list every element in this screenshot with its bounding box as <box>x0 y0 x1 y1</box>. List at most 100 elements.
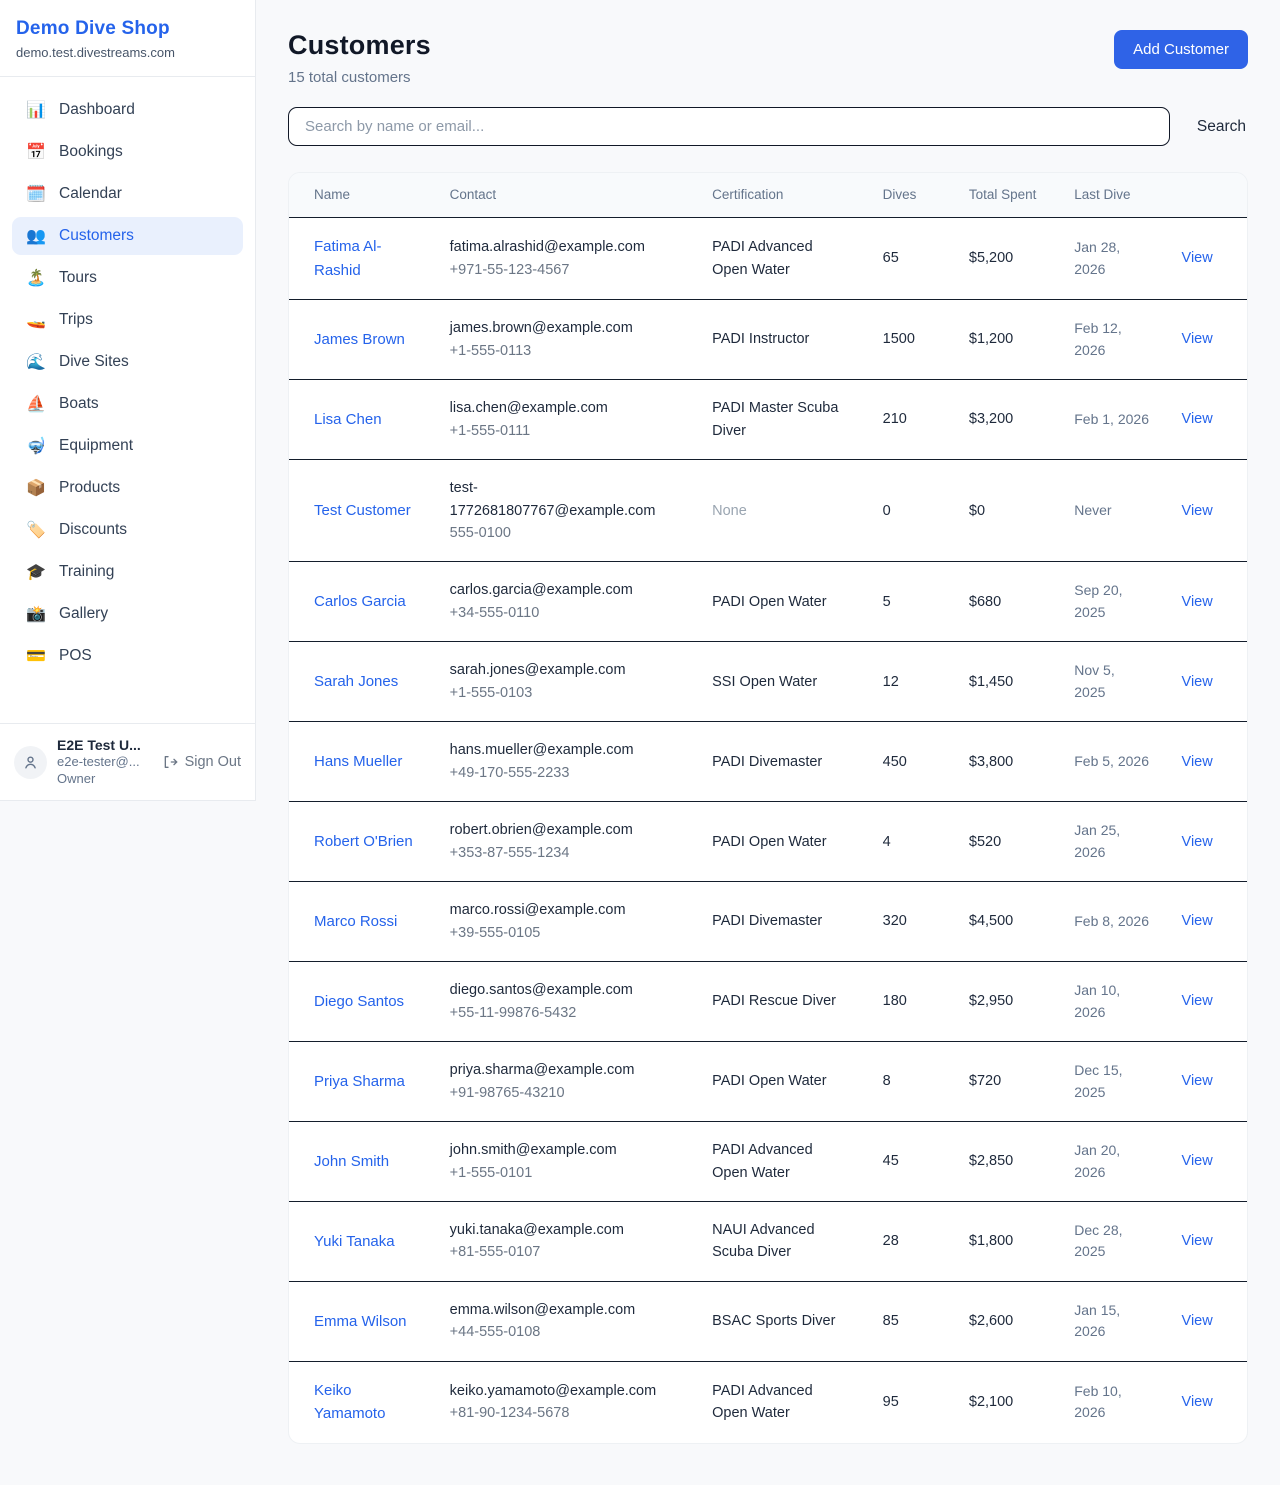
customer-phone: +39-555-0105 <box>450 922 680 944</box>
sidebar-item-bookings[interactable]: 📅Bookings <box>12 133 243 171</box>
customer-name-link[interactable]: Robert O'Brien <box>314 833 413 850</box>
last-dive: Nov 5, 2025 <box>1058 642 1165 722</box>
last-dive: Feb 5, 2026 <box>1058 722 1165 802</box>
customer-name-link[interactable]: James Brown <box>314 331 405 348</box>
customer-name-link[interactable]: Fatima Al-Rashid <box>314 238 382 278</box>
sidebar-item-calendar[interactable]: 🗓️Calendar <box>12 175 243 213</box>
customer-name-link[interactable]: John Smith <box>314 1153 389 1170</box>
view-link[interactable]: View <box>1182 674 1213 690</box>
sign-out-label: Sign Out <box>185 754 241 770</box>
customer-phone: +81-90-1234-5678 <box>450 1402 680 1424</box>
sidebar-item-equipment[interactable]: 🤿Equipment <box>12 427 243 465</box>
customer-name-link[interactable]: Priya Sharma <box>314 1073 405 1090</box>
view-link[interactable]: View <box>1182 503 1213 519</box>
customer-name-link[interactable]: Keiko Yamamoto <box>314 1382 385 1422</box>
last-dive: Feb 10, 2026 <box>1058 1361 1165 1442</box>
dives-count: 5 <box>867 562 953 642</box>
sidebar-item-label: Discounts <box>59 521 127 539</box>
sidebar-item-label: Gallery <box>59 605 108 623</box>
customer-phone: +49-170-555-2233 <box>450 762 680 784</box>
customer-email: marco.rossi@example.com <box>450 899 680 921</box>
customer-email: sarah.jones@example.com <box>450 659 680 681</box>
view-link[interactable]: View <box>1182 1394 1213 1410</box>
search-button[interactable]: Search <box>1195 118 1248 136</box>
total-spent: $680 <box>953 562 1058 642</box>
view-link[interactable]: View <box>1182 1233 1213 1249</box>
user-icon <box>22 754 39 771</box>
customer-name-link[interactable]: Yuki Tanaka <box>314 1233 395 1250</box>
sidebar-item-dashboard[interactable]: 📊Dashboard <box>12 91 243 129</box>
view-link[interactable]: View <box>1182 834 1213 850</box>
total-spent: $720 <box>953 1042 1058 1122</box>
total-spent: $3,200 <box>953 380 1058 460</box>
customer-email: lisa.chen@example.com <box>450 397 680 419</box>
customer-name-link[interactable]: Carlos Garcia <box>314 593 406 610</box>
customer-name-link[interactable]: Hans Mueller <box>314 753 402 770</box>
sidebar-item-tours[interactable]: 🏝️Tours <box>12 259 243 297</box>
sidebar-item-products[interactable]: 📦Products <box>12 469 243 507</box>
table-row: Keiko Yamamotokeiko.yamamoto@example.com… <box>289 1361 1247 1442</box>
discounts-icon: 🏷️ <box>26 520 46 540</box>
last-dive: Never <box>1058 460 1165 562</box>
customer-email: diego.santos@example.com <box>450 979 680 1001</box>
customer-phone: 555-0100 <box>450 522 680 544</box>
sidebar-item-pos[interactable]: 💳POS <box>12 637 243 675</box>
customer-name-link[interactable]: Diego Santos <box>314 993 404 1010</box>
certification: PADI Divemaster <box>712 913 822 929</box>
column-header: Total Spent <box>953 173 1058 218</box>
add-customer-button[interactable]: Add Customer <box>1114 30 1248 69</box>
sidebar-item-trips[interactable]: 🚤Trips <box>12 301 243 339</box>
sidebar-item-dive-sites[interactable]: 🌊Dive Sites <box>12 343 243 381</box>
shop-domain: demo.test.divestreams.com <box>16 45 239 60</box>
sidebar-item-discounts[interactable]: 🏷️ Discounts <box>12 511 243 549</box>
dive-sites-icon: 🌊 <box>26 352 46 372</box>
customer-name-link[interactable]: Test Customer <box>314 502 411 519</box>
customer-name-link[interactable]: Sarah Jones <box>314 673 398 690</box>
dives-count: 45 <box>867 1122 953 1202</box>
view-link[interactable]: View <box>1182 993 1213 1009</box>
view-link[interactable]: View <box>1182 754 1213 770</box>
customer-name-link[interactable]: Lisa Chen <box>314 411 382 428</box>
view-link[interactable]: View <box>1182 1073 1213 1089</box>
sidebar-item-boats[interactable]: ⛵Boats <box>12 385 243 423</box>
view-link[interactable]: View <box>1182 411 1213 427</box>
total-spent: $520 <box>953 802 1058 882</box>
dives-count: 65 <box>867 218 953 300</box>
customer-email: yuki.tanaka@example.com <box>450 1219 680 1241</box>
customer-name-link[interactable]: Marco Rossi <box>314 913 397 930</box>
customers-icon: 👥 <box>26 226 46 246</box>
column-header: Name <box>289 173 434 218</box>
table-row: Fatima Al-Rashidfatima.alrashid@example.… <box>289 218 1247 300</box>
page-header: Customers 15 total customers Add Custome… <box>288 30 1248 86</box>
customer-name-link[interactable]: Emma Wilson <box>314 1313 407 1330</box>
customer-email: robert.obrien@example.com <box>450 819 680 841</box>
dashboard-icon: 📊 <box>26 100 46 120</box>
column-header: Last Dive <box>1058 173 1165 218</box>
sidebar-item-training[interactable]: 🎓Training <box>12 553 243 591</box>
view-link[interactable]: View <box>1182 913 1213 929</box>
sign-out-button[interactable]: Sign Out <box>162 754 241 770</box>
main-content: Customers 15 total customers Add Custome… <box>256 0 1280 1476</box>
sidebar-item-label: POS <box>59 647 92 665</box>
sidebar-item-gallery[interactable]: 📸Gallery <box>12 595 243 633</box>
search-input[interactable] <box>288 107 1170 146</box>
sidebar-item-customers[interactable]: 👥Customers <box>12 217 243 255</box>
user-name: E2E Test U... <box>57 736 152 754</box>
total-spent: $5,200 <box>953 218 1058 300</box>
last-dive: Jan 10, 2026 <box>1058 962 1165 1042</box>
dives-count: 450 <box>867 722 953 802</box>
customer-email: priya.sharma@example.com <box>450 1059 680 1081</box>
total-spent: $3,800 <box>953 722 1058 802</box>
view-link[interactable]: View <box>1182 594 1213 610</box>
sidebar-item-label: Equipment <box>59 437 133 455</box>
view-link[interactable]: View <box>1182 1153 1213 1169</box>
view-link[interactable]: View <box>1182 1313 1213 1329</box>
sidebar-item-label: Tours <box>59 269 97 287</box>
column-header: Contact <box>434 173 696 218</box>
total-spent: $1,800 <box>953 1201 1058 1281</box>
last-dive: Dec 28, 2025 <box>1058 1201 1165 1281</box>
last-dive: Jan 28, 2026 <box>1058 218 1165 300</box>
view-link[interactable]: View <box>1182 250 1213 266</box>
table-row: Marco Rossi marco.rossi@example.com+39-55… <box>289 882 1247 962</box>
view-link[interactable]: View <box>1182 331 1213 347</box>
